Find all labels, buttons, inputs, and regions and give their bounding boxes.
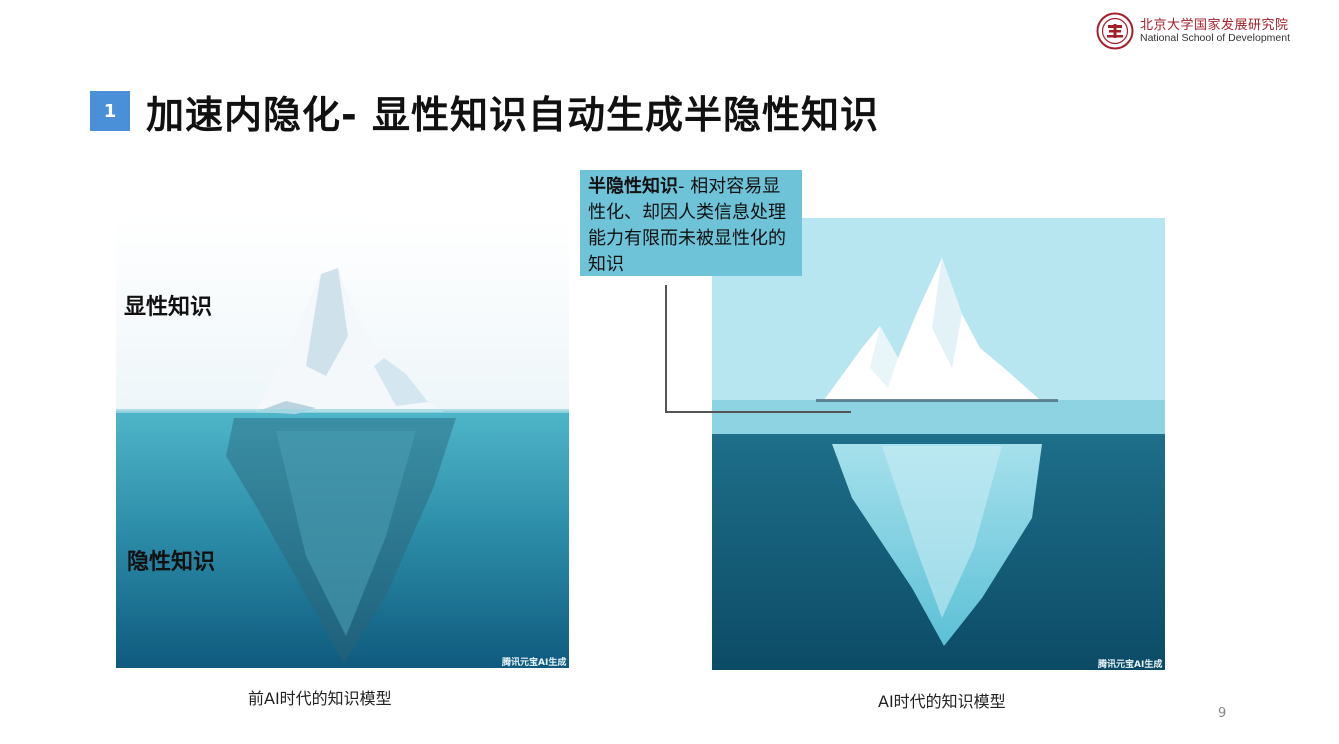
right-figure-caption: AI时代的知识模型 xyxy=(878,692,1006,711)
explicit-knowledge-label: 显性知识 xyxy=(124,295,213,320)
callout-leader-horizontal xyxy=(665,411,851,413)
left-iceberg-image xyxy=(116,216,569,668)
logo-name-cn: 北京大学国家发展研究院 xyxy=(1140,18,1289,33)
callout-heading: 半隐性知识 xyxy=(588,176,678,197)
semi-tacit-callout: 半隐性知识- 相对容易显性化、却因人类信息处理能力有限而未被显性化的知识 xyxy=(580,170,802,276)
tacit-knowledge-label: 隐性知识 xyxy=(127,550,216,575)
page-number: 9 xyxy=(1218,706,1227,721)
right-iceberg-image xyxy=(712,218,1165,670)
pku-seal-icon xyxy=(1096,12,1134,50)
logo-name-en: National School of Development xyxy=(1140,32,1291,44)
left-watermark: 腾讯元宝AI生成 xyxy=(502,658,567,668)
section-number-badge: 1 xyxy=(90,91,130,131)
logo: 北京大学国家发展研究院 National School of Developme… xyxy=(1096,12,1296,52)
callout-leader-vertical xyxy=(665,285,667,413)
left-figure-caption: 前AI时代的知识模型 xyxy=(248,689,392,708)
right-watermark: 腾讯元宝AI生成 xyxy=(1098,660,1163,670)
page-title: 加速内隐化- 显性知识自动生成半隐性知识 xyxy=(146,93,880,137)
